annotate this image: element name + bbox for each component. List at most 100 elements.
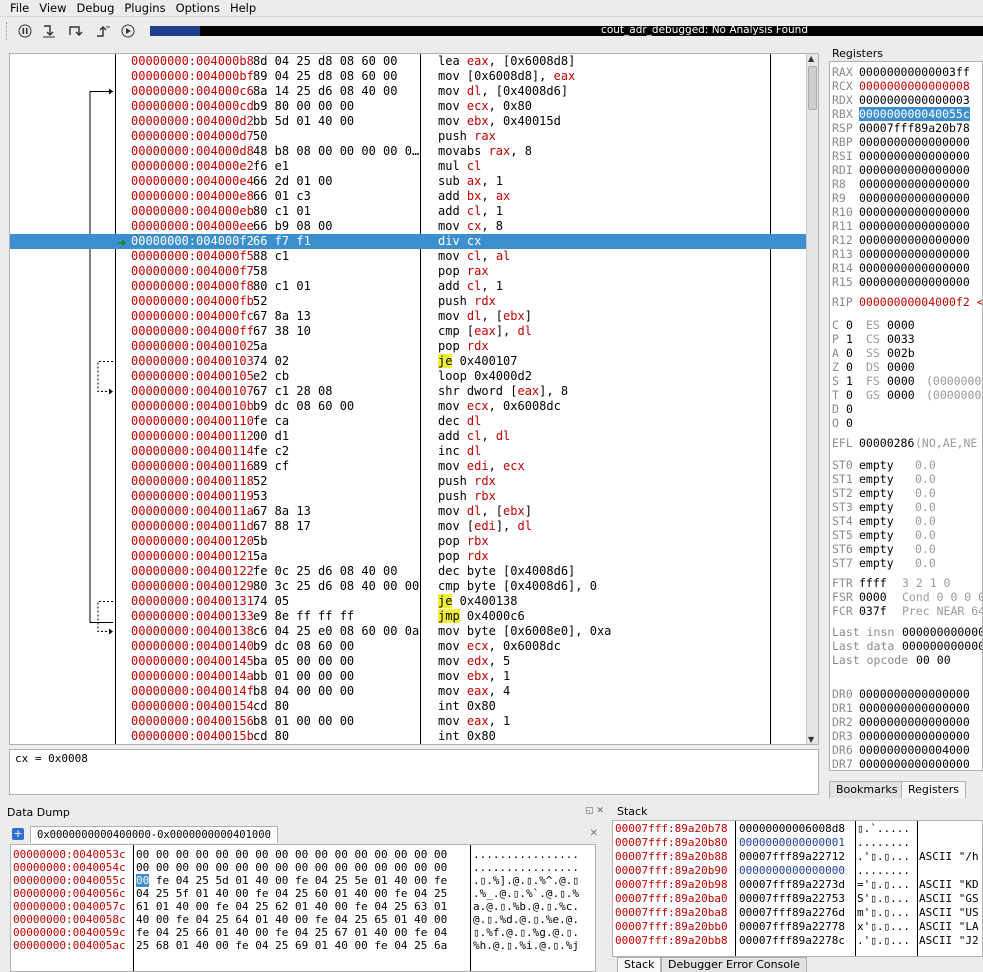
menu-file[interactable]: File	[10, 0, 29, 15]
disasm-row[interactable]: 00000000:0040011a 67 8a 13 mov dl, [ebx]	[10, 504, 807, 519]
flag-value[interactable]: 0	[846, 402, 853, 416]
register-value[interactable]: 0000000000000000	[859, 135, 970, 149]
disasm-row[interactable]: 00000000:00400156 b8 01 00 00 00 mov eax, …	[10, 714, 807, 729]
disasm-row[interactable]: 00000000:0040015b cd 80 int 0x80	[10, 729, 807, 744]
disasm-row[interactable]: 00000000:00400133 e9 8e ff ff ff jmp 0x400…	[10, 609, 807, 624]
disasm-row[interactable]: 00000000:004000d7 50 push rax	[10, 129, 807, 144]
flag-value[interactable]: 0	[846, 388, 853, 402]
register-value[interactable]: empty	[859, 458, 894, 472]
dump-hex[interactable]: fe 04 25 66 01 40 00 fe 04 25 67 01 40 0…	[136, 926, 447, 939]
disasm-row[interactable]: 00000000:00400122 fe 0c 25 d6 08 40 00 dec…	[10, 564, 807, 579]
disasm-row[interactable]: 00000000:004000f5 88 c1 mov cl, al	[10, 249, 807, 264]
register-value[interactable]: empty	[859, 542, 894, 556]
disasm-row[interactable]: 00000000:004000bf 89 04 25 d8 08 60 00 mov…	[10, 69, 807, 84]
register-value[interactable]: 0000000000000008	[859, 79, 970, 93]
step-into-icon[interactable]	[40, 22, 58, 40]
register-value[interactable]: 0000000000000000	[859, 163, 970, 177]
register-value[interactable]: 0000000000000000	[859, 701, 970, 715]
flag-value[interactable]: 1	[846, 332, 853, 346]
dump-hex[interactable]: 00 00 00 00 00 00 00 00 00 00 00 00 00 0…	[136, 861, 447, 874]
disasm-row[interactable]: 00000000:00400121 5a pop rdx	[10, 549, 807, 564]
dump-ascii[interactable]: %h.@.▯.%i.@.▯.%j	[473, 939, 579, 952]
close-tab-icon[interactable]: ✕	[590, 828, 598, 839]
menu-plugins[interactable]: Plugins	[124, 0, 165, 15]
dump-region-tab[interactable]: 0x0000000000400000-0x0000000000401000	[30, 826, 278, 843]
step-over-icon[interactable]	[66, 22, 84, 40]
register-value[interactable]: 0000000000000000	[859, 177, 970, 191]
dump-ascii[interactable]: @.▯.%d.@.▯.%e.@.	[473, 913, 579, 926]
disasm-row[interactable]: 00000000:00400102 5a pop rdx	[10, 339, 807, 354]
disasm-row[interactable]: 00000000:004000e2 f6 e1 mul cl	[10, 159, 807, 174]
dump-hex[interactable]: 04 25 5f 01 40 00 fe 04 25 60 01 40 00 f…	[136, 887, 447, 900]
disasm-row[interactable]: 00000000:00400154 cd 80 int 0x80	[10, 699, 807, 714]
register-value[interactable]: 00007fff89a20b78	[859, 121, 970, 135]
stack-value[interactable]: 00007fff89a2276d	[739, 906, 845, 920]
dump-ascii[interactable]: .▯.%].@.▯.%^.@.▯	[473, 874, 579, 887]
disasm-row[interactable]: 00000000:00400105 e2 cb loop 0x4000d2	[10, 369, 807, 384]
disasm-row[interactable]: 00000000:004000e8 66 01 c3 add bx, ax	[10, 189, 807, 204]
flag-value[interactable]: 0	[846, 416, 853, 430]
selected-byte[interactable]: 00	[136, 874, 150, 887]
register-value[interactable]: 0000000000000000	[859, 149, 970, 163]
menu-options[interactable]: Options	[176, 0, 220, 15]
disassembly-scrollbar[interactable]: ▲ ▼	[806, 54, 818, 744]
disasm-row[interactable]: 00000000:00400118 52 push rdx	[10, 474, 807, 489]
dump-hex[interactable]: 00 00 00 00 00 00 00 00 00 00 00 00 00 0…	[136, 848, 447, 861]
disassembly-view[interactable]: 00000000:004000b8 8d 04 25 d8 08 60 00 lea…	[9, 53, 819, 745]
disasm-row[interactable]: 00000000:00400116 89 cf mov edi, ecx	[10, 459, 807, 474]
register-value[interactable]: 00000000000003ff	[859, 65, 970, 79]
register-value[interactable]: 00000000004000f2 <	[859, 295, 982, 309]
disasm-row[interactable]: 00000000:00400131 74 05 je 0x400138	[10, 594, 807, 609]
scroll-up-icon[interactable]: ▲	[808, 54, 814, 63]
register-value[interactable]: 0000000000000000	[859, 205, 970, 219]
stack-value[interactable]: 0000000000000001	[739, 836, 845, 850]
dump-ascii[interactable]: ................	[473, 861, 579, 874]
menu-help[interactable]: Help	[230, 0, 256, 15]
step-out-icon[interactable]	[94, 22, 112, 40]
dump-hex[interactable]: 40 00 fe 04 25 64 01 40 00 fe 04 25 65 0…	[136, 913, 447, 926]
disasm-row[interactable]: 00000000:004000fb 52 push rdx	[10, 294, 807, 309]
disasm-row[interactable]: 00000000:00400138 c6 04 25 e0 08 60 00 0a…	[10, 624, 807, 639]
stack-view[interactable]: 00007fff:89a20b78 00000000006008d8 ▯.`....…	[612, 820, 983, 957]
disasm-row[interactable]: 00000000:00400129 80 3c 25 d6 08 40 00 00…	[10, 579, 807, 594]
disasm-row[interactable]: 00000000:00400145 ba 05 00 00 00 mov edx, …	[10, 654, 807, 669]
stack-value[interactable]: 00007fff89a22712	[739, 850, 845, 864]
disasm-row[interactable]: 00000000:004000eb 80 c1 01 add cl, 1	[10, 204, 807, 219]
disasm-row[interactable]: 00000000:00400119 53 push rbx	[10, 489, 807, 504]
disasm-row[interactable]: 00000000:0040011d 67 88 17 mov [edi], dl	[10, 519, 807, 534]
disasm-row[interactable]: 00000000:00400110 fe ca dec dl	[10, 414, 807, 429]
add-tab-icon[interactable]: +	[12, 828, 24, 840]
menu-debug[interactable]: Debug	[77, 0, 115, 15]
register-value[interactable]: 0000000000000000	[859, 275, 970, 289]
disasm-row[interactable]: 00000000:0040010b b9 dc 08 60 00 mov ecx, …	[10, 399, 807, 414]
tab-bookmarks[interactable]: Bookmarks	[829, 781, 905, 798]
stack-value[interactable]: 00007fff89a22778	[739, 920, 845, 934]
stack-value[interactable]: 0000000000000000	[739, 864, 845, 878]
stack-value[interactable]: 00000000006008d8	[739, 822, 845, 836]
dock-buttons-icon[interactable]: ◱ ✕	[585, 806, 604, 816]
register-value[interactable]: 0000000000000000	[859, 261, 970, 275]
disasm-row[interactable]: 00000000:00400140 b9 dc 08 60 00 mov ecx, …	[10, 639, 807, 654]
flag-value[interactable]: 1	[846, 374, 853, 388]
disasm-row[interactable]: 00000000:004000b8 8d 04 25 d8 08 60 00 lea…	[10, 54, 807, 69]
stack-value[interactable]: 00007fff89a2273d	[739, 878, 845, 892]
register-value[interactable]: empty	[859, 500, 894, 514]
register-value[interactable]: empty	[859, 556, 894, 570]
disasm-row[interactable]: 00000000:004000fc 67 8a 13 mov dl, [ebx]	[10, 309, 807, 324]
scroll-down-icon[interactable]: ▼	[808, 735, 814, 744]
register-value[interactable]: 037f	[859, 604, 887, 618]
tab-registers[interactable]: Registers	[901, 781, 967, 798]
run-icon[interactable]	[119, 22, 137, 40]
dump-hex[interactable]: 61 01 40 00 fe 04 25 62 01 40 00 fe 04 2…	[136, 900, 447, 913]
register-value[interactable]: 0000000000000000	[859, 233, 970, 247]
register-value[interactable]: 0000000000000000	[859, 729, 970, 743]
tab-stack[interactable]: Stack	[617, 957, 662, 972]
register-value[interactable]: 0000000000000000	[859, 219, 970, 233]
disasm-row[interactable]: ➔ 00000000:004000f2 66 f7 f1 div cx	[10, 234, 807, 249]
dump-ascii[interactable]: .%_.@.▯.%`.@.▯.%	[473, 887, 579, 900]
dump-ascii[interactable]: a.@.▯.%b.@.▯.%c.	[473, 900, 579, 913]
stack-value[interactable]: 00007fff89a22753	[739, 892, 845, 906]
register-value[interactable]: 00000286	[859, 436, 914, 450]
disasm-row[interactable]: 00000000:00400120 5b pop rbx	[10, 534, 807, 549]
dump-ascii[interactable]: ▯.%f.@.▯.%g.@.▯.	[473, 926, 579, 939]
